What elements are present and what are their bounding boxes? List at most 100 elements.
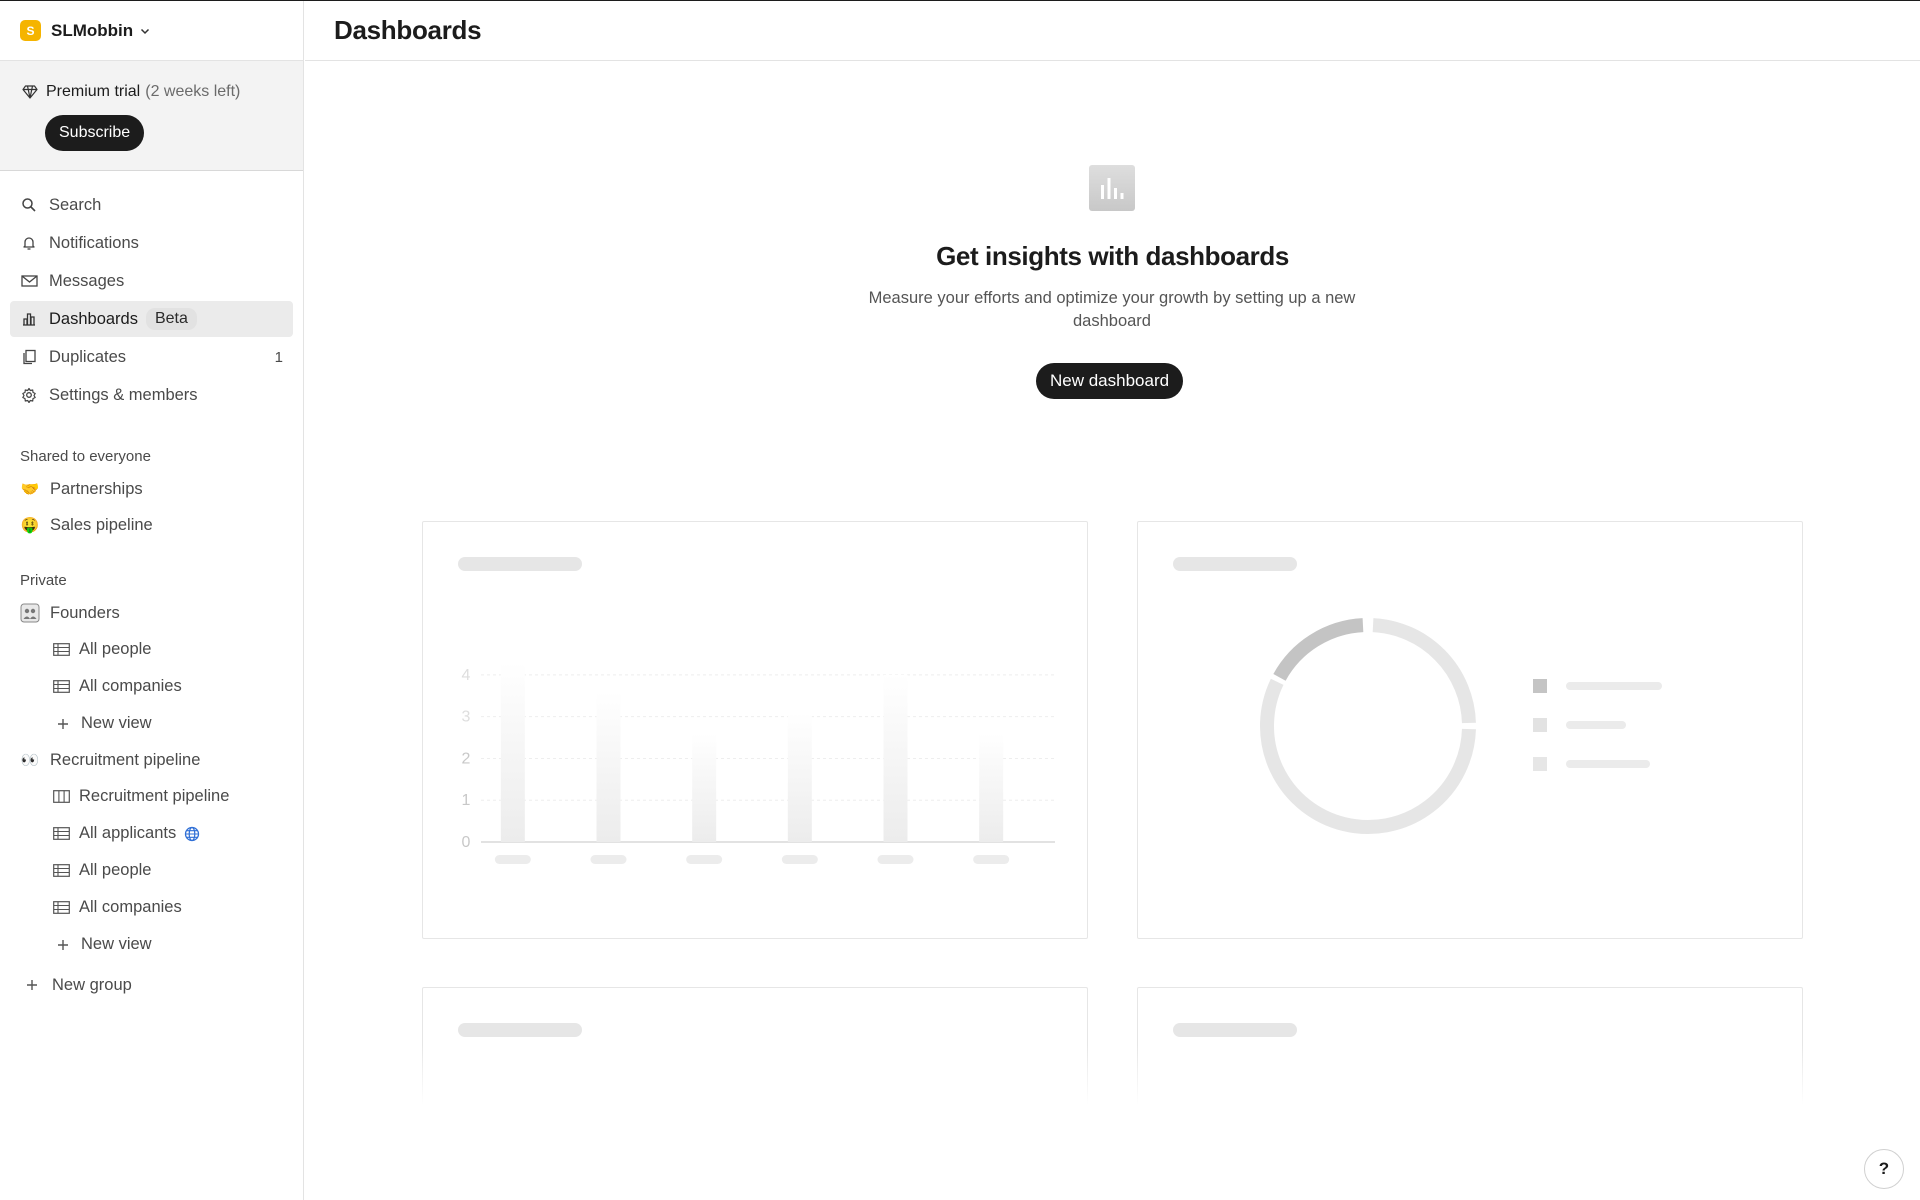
view-recruitment-all-companies[interactable]: All companies [0, 889, 303, 926]
nav-settings[interactable]: Settings & members [10, 377, 293, 413]
new-view-label: New view [81, 714, 152, 732]
recruitment-new-view[interactable]: New view [0, 926, 303, 963]
new-group-button[interactable]: New group [0, 967, 303, 1003]
group-recruitment-label: Recruitment pipeline [50, 750, 201, 769]
list-sales-pipeline-label: Sales pipeline [50, 515, 153, 534]
diamond-icon [22, 85, 38, 99]
y-tick-label: 2 [462, 750, 471, 767]
legend-label-placeholder [1566, 682, 1662, 690]
founders-new-view[interactable]: New view [0, 705, 303, 742]
nav-dashboards[interactable]: Dashboards Beta [10, 301, 293, 337]
workspace-switcher[interactable]: S SLMobbin [0, 1, 303, 61]
view-recruitment-all-people[interactable]: All people [0, 852, 303, 889]
bar [787, 712, 812, 842]
nav-messages-label: Messages [49, 271, 125, 290]
legend-label-placeholder [1566, 760, 1650, 768]
group-founders-label: Founders [50, 603, 120, 622]
group-founders[interactable]: Founders [0, 595, 303, 631]
sidebar: S SLMobbin Premium trial (2 weeks left) … [0, 1, 304, 1200]
view-label: All applicants [79, 824, 177, 842]
view-label: All people [79, 861, 152, 879]
placeholder-card [421, 987, 1089, 1105]
new-view-label: New view [81, 935, 152, 953]
founders-icon [20, 603, 40, 623]
premium-trial-panel: Premium trial (2 weeks left) Subscribe [0, 61, 303, 171]
page-title: Dashboards [334, 15, 482, 45]
skeleton-title [1173, 1023, 1297, 1037]
workspace-name: SLMobbin [51, 20, 134, 40]
handshake-icon: 🤝 [20, 481, 40, 498]
placeholder-bar-chart-card: 0 1 2 3 4 [422, 521, 1088, 939]
nav-duplicates-label: Duplicates [49, 347, 127, 366]
empty-state-title: Get insights with dashboards [936, 241, 1289, 271]
help-button[interactable]: ? [1864, 1149, 1904, 1189]
view-label: All people [79, 640, 152, 658]
nav-messages[interactable]: Messages [10, 263, 293, 299]
y-tick-label: 0 [462, 834, 471, 851]
gear-icon [20, 386, 38, 404]
view-all-applicants[interactable]: All applicants [0, 815, 303, 852]
plus-icon [54, 715, 72, 733]
nav-dashboards-label: Dashboards [49, 309, 138, 328]
x-tick-placeholder [877, 855, 914, 864]
copy-icon [20, 348, 38, 366]
money-face-icon: 🤑 [20, 517, 40, 534]
x-tick-placeholder [686, 855, 723, 864]
table-icon [52, 641, 70, 659]
nav-duplicates[interactable]: Duplicates 1 [10, 339, 293, 375]
view-label: Recruitment pipeline [79, 787, 230, 805]
table-icon [52, 899, 70, 917]
y-tick-label: 1 [462, 792, 471, 809]
y-tick-label: 3 [462, 709, 471, 726]
new-dashboard-button[interactable]: New dashboard [1036, 363, 1184, 399]
bar [596, 691, 621, 842]
section-private-label: Private [20, 571, 67, 589]
kanban-icon [52, 788, 70, 806]
list-partnerships[interactable]: 🤝 Partnerships [0, 471, 303, 507]
view-label: All companies [79, 898, 182, 916]
bell-icon [20, 234, 38, 252]
group-recruitment-pipeline[interactable]: 👀 Recruitment pipeline [0, 742, 303, 778]
legend-swatch [1533, 679, 1547, 693]
empty-state-description: Measure your efforts and optimize your g… [868, 289, 1356, 330]
bar [883, 674, 908, 842]
trial-label: Premium trial [46, 83, 141, 100]
mail-icon [20, 272, 38, 290]
view-founders-all-people[interactable]: All people [0, 631, 303, 668]
bar [692, 733, 717, 842]
main-nav: Search Notifications Messages Dashboards… [0, 171, 303, 413]
list-sales-pipeline[interactable]: 🤑 Sales pipeline [0, 507, 303, 543]
plus-icon [54, 936, 72, 954]
eyes-icon: 👀 [20, 752, 40, 769]
table-icon [52, 825, 70, 843]
view-founders-all-companies[interactable]: All companies [0, 668, 303, 705]
pie-slice [1273, 618, 1364, 681]
new-group-label: New group [52, 975, 132, 994]
table-icon [52, 862, 70, 880]
search-icon [20, 196, 38, 214]
placeholder-donut-chart-card [1137, 521, 1803, 939]
subscribe-button[interactable]: Subscribe [45, 115, 145, 151]
nav-search-label: Search [49, 195, 102, 214]
y-tick-label: 4 [462, 667, 471, 684]
bar [500, 662, 525, 842]
x-tick-placeholder [973, 855, 1010, 864]
x-tick-placeholder [590, 855, 627, 864]
section-shared-label: Shared to everyone [20, 447, 151, 465]
nav-notifications[interactable]: Notifications [10, 225, 293, 261]
table-icon [52, 678, 70, 696]
page-header: Dashboards [305, 1, 1920, 61]
duplicates-count: 1 [274, 348, 283, 366]
placeholder-bar-chart: 0 1 2 3 4 [462, 662, 1055, 864]
view-recruitment-pipeline[interactable]: Recruitment pipeline [0, 778, 303, 815]
bar [979, 733, 1004, 842]
dashboard-chart-icon [1089, 165, 1135, 211]
nav-settings-label: Settings & members [49, 385, 198, 404]
nav-search[interactable]: Search [10, 187, 293, 223]
pie-slice [1260, 678, 1476, 834]
bar-chart-icon [20, 310, 38, 328]
legend-label-placeholder [1566, 721, 1626, 729]
globe-icon [184, 826, 200, 842]
view-label: All companies [79, 677, 182, 695]
pie-slice [1372, 618, 1476, 724]
